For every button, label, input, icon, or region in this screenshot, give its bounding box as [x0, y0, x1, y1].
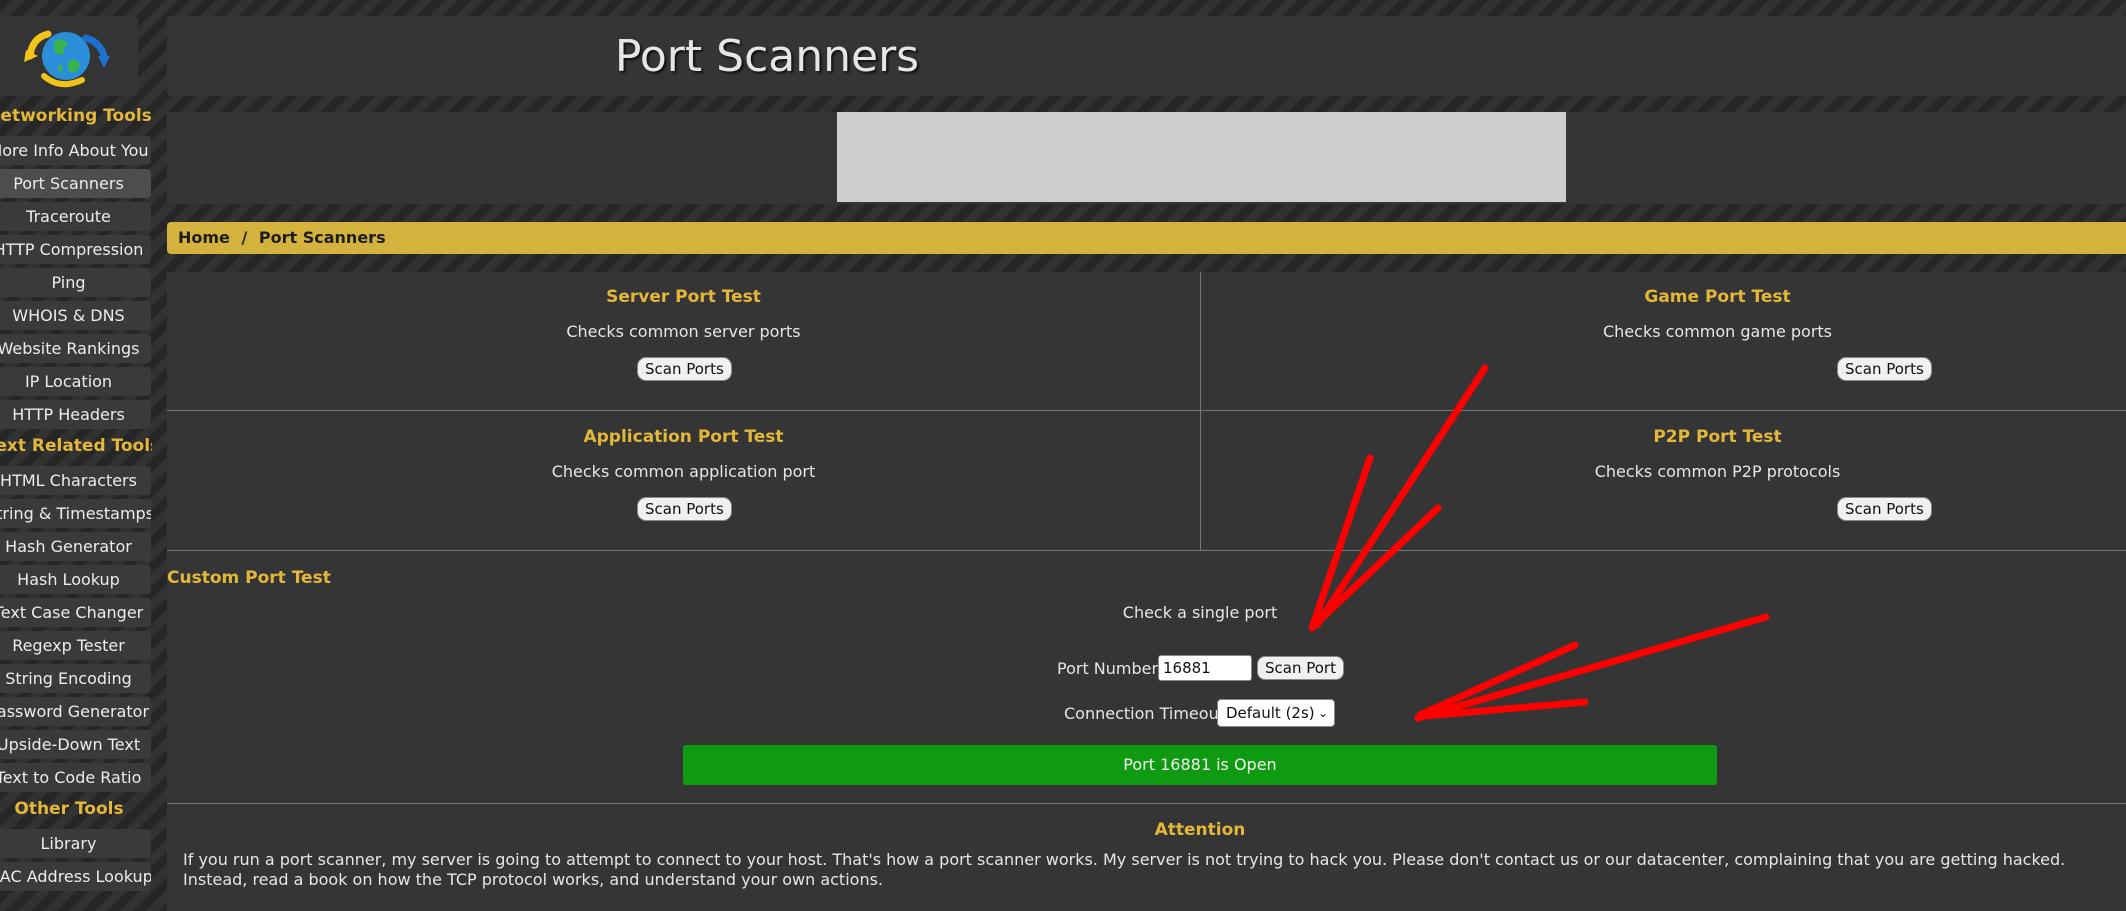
sidebar-item-website-rankings[interactable]: Website Rankings [0, 334, 151, 363]
p2p-scan-button[interactable]: Scan Ports [1837, 497, 1932, 521]
sidebar-item-hash-generator[interactable]: Hash Generator [0, 532, 151, 561]
p2p-test-desc: Checks common P2P protocols [1594, 462, 1841, 481]
sidebar-item-text-case-changer[interactable]: Text Case Changer [0, 598, 151, 627]
row-divider [167, 550, 2126, 551]
sidebar-item-upside-down-text[interactable]: Upside-Down Text [0, 730, 151, 759]
ad-placeholder [837, 112, 1566, 202]
sidebar-item-html-characters[interactable]: HTML Characters [0, 466, 151, 495]
application-port-test: Application Port Test Checks common appl… [167, 411, 1200, 550]
port-tools-panel: Server Port Test Checks common server po… [167, 272, 2126, 911]
row-divider [167, 803, 2126, 804]
chevron-down-icon: ⌄ [1317, 706, 1328, 720]
breadcrumb-home-link[interactable]: Home [178, 222, 230, 254]
globe-with-arrows-icon [24, 30, 110, 88]
game-scan-button[interactable]: Scan Ports [1837, 357, 1932, 381]
breadcrumb-separator: / [241, 228, 248, 247]
port-number-label: Port Number: [1057, 659, 1164, 678]
sidebar-item-library[interactable]: Library [0, 829, 151, 858]
server-port-test: Server Port Test Checks common server po… [167, 272, 1200, 410]
p2p-port-test: P2P Port Test Checks common P2P protocol… [1201, 411, 2126, 550]
sidebar-item-hash-lookup[interactable]: Hash Lookup [0, 565, 151, 594]
server-scan-button[interactable]: Scan Ports [637, 357, 732, 381]
attention-text: If you run a port scanner, my server is … [183, 850, 2066, 889]
breadcrumb: Home / Port Scanners [167, 222, 2126, 254]
server-test-desc: Checks common server ports [566, 322, 801, 341]
sidebar-heading: Other Tools [14, 799, 124, 819]
sidebar-item-regexp-tester[interactable]: Regexp Tester [0, 631, 151, 660]
site-logo[interactable] [0, 16, 138, 96]
sidebar-heading: Networking Tools [0, 106, 152, 126]
breadcrumb-current: Port Scanners [258, 228, 386, 247]
application-test-title: Application Port Test [583, 427, 784, 447]
custom-test-title: Custom Port Test [167, 568, 331, 588]
sidebar-item-more-info-about-you[interactable]: More Info About You [0, 136, 151, 165]
connection-timeout-label: Connection Timeout: [1064, 704, 1231, 723]
game-port-test: Game Port Test Checks common game ports … [1201, 272, 2126, 410]
sidebar-item-http-compression[interactable]: HTTP Compression [0, 235, 151, 264]
attention-title: Attention [1154, 820, 1246, 840]
sidebar-item-string-encoding[interactable]: String Encoding [0, 664, 151, 693]
sidebar-item-ip-location[interactable]: IP Location [0, 367, 151, 396]
sidebar-item-ping[interactable]: Ping [0, 268, 151, 297]
sidebar-item-whois-dns[interactable]: WHOIS & DNS [0, 301, 151, 330]
sidebar-item-text-to-code-ratio[interactable]: Text to Code Ratio [0, 763, 151, 792]
sidebar-item-string-timestamps[interactable]: String & Timestamps [0, 499, 151, 528]
sidebar-item-password-generator[interactable]: Password Generator [0, 697, 151, 726]
sidebar-heading: Text Related Tools [0, 436, 152, 456]
sidebar-item-mac-address-lookup[interactable]: MAC Address Lookup [0, 862, 151, 891]
ad-panel [167, 112, 2126, 204]
sidebar-item-traceroute[interactable]: Traceroute [0, 202, 151, 231]
server-test-title: Server Port Test [606, 287, 761, 307]
sidebar-item-http-headers[interactable]: HTTP Headers [0, 400, 151, 429]
connection-timeout-select[interactable]: Default (2s) ⌄ [1217, 699, 1335, 727]
scan-result-banner: Port 16881 is Open [683, 745, 1717, 785]
timeout-selected-value: Default (2s) [1226, 704, 1315, 722]
p2p-test-title: P2P Port Test [1653, 427, 1782, 447]
application-scan-button[interactable]: Scan Ports [637, 497, 732, 521]
game-test-desc: Checks common game ports [1602, 322, 1833, 341]
sidebar-item-port-scanners[interactable]: Port Scanners [0, 169, 151, 198]
custom-test-desc: Check a single port [1122, 603, 1278, 622]
game-test-title: Game Port Test [1644, 287, 1791, 307]
port-number-input[interactable] [1158, 655, 1252, 681]
scan-port-button[interactable]: Scan Port [1257, 656, 1344, 680]
title-panel: Port Scanners [167, 16, 2126, 96]
sidebar: Networking Tools More Info About You Port … [0, 0, 152, 911]
application-test-desc: Checks common application port [551, 462, 816, 481]
page-title: Port Scanners [614, 31, 920, 82]
